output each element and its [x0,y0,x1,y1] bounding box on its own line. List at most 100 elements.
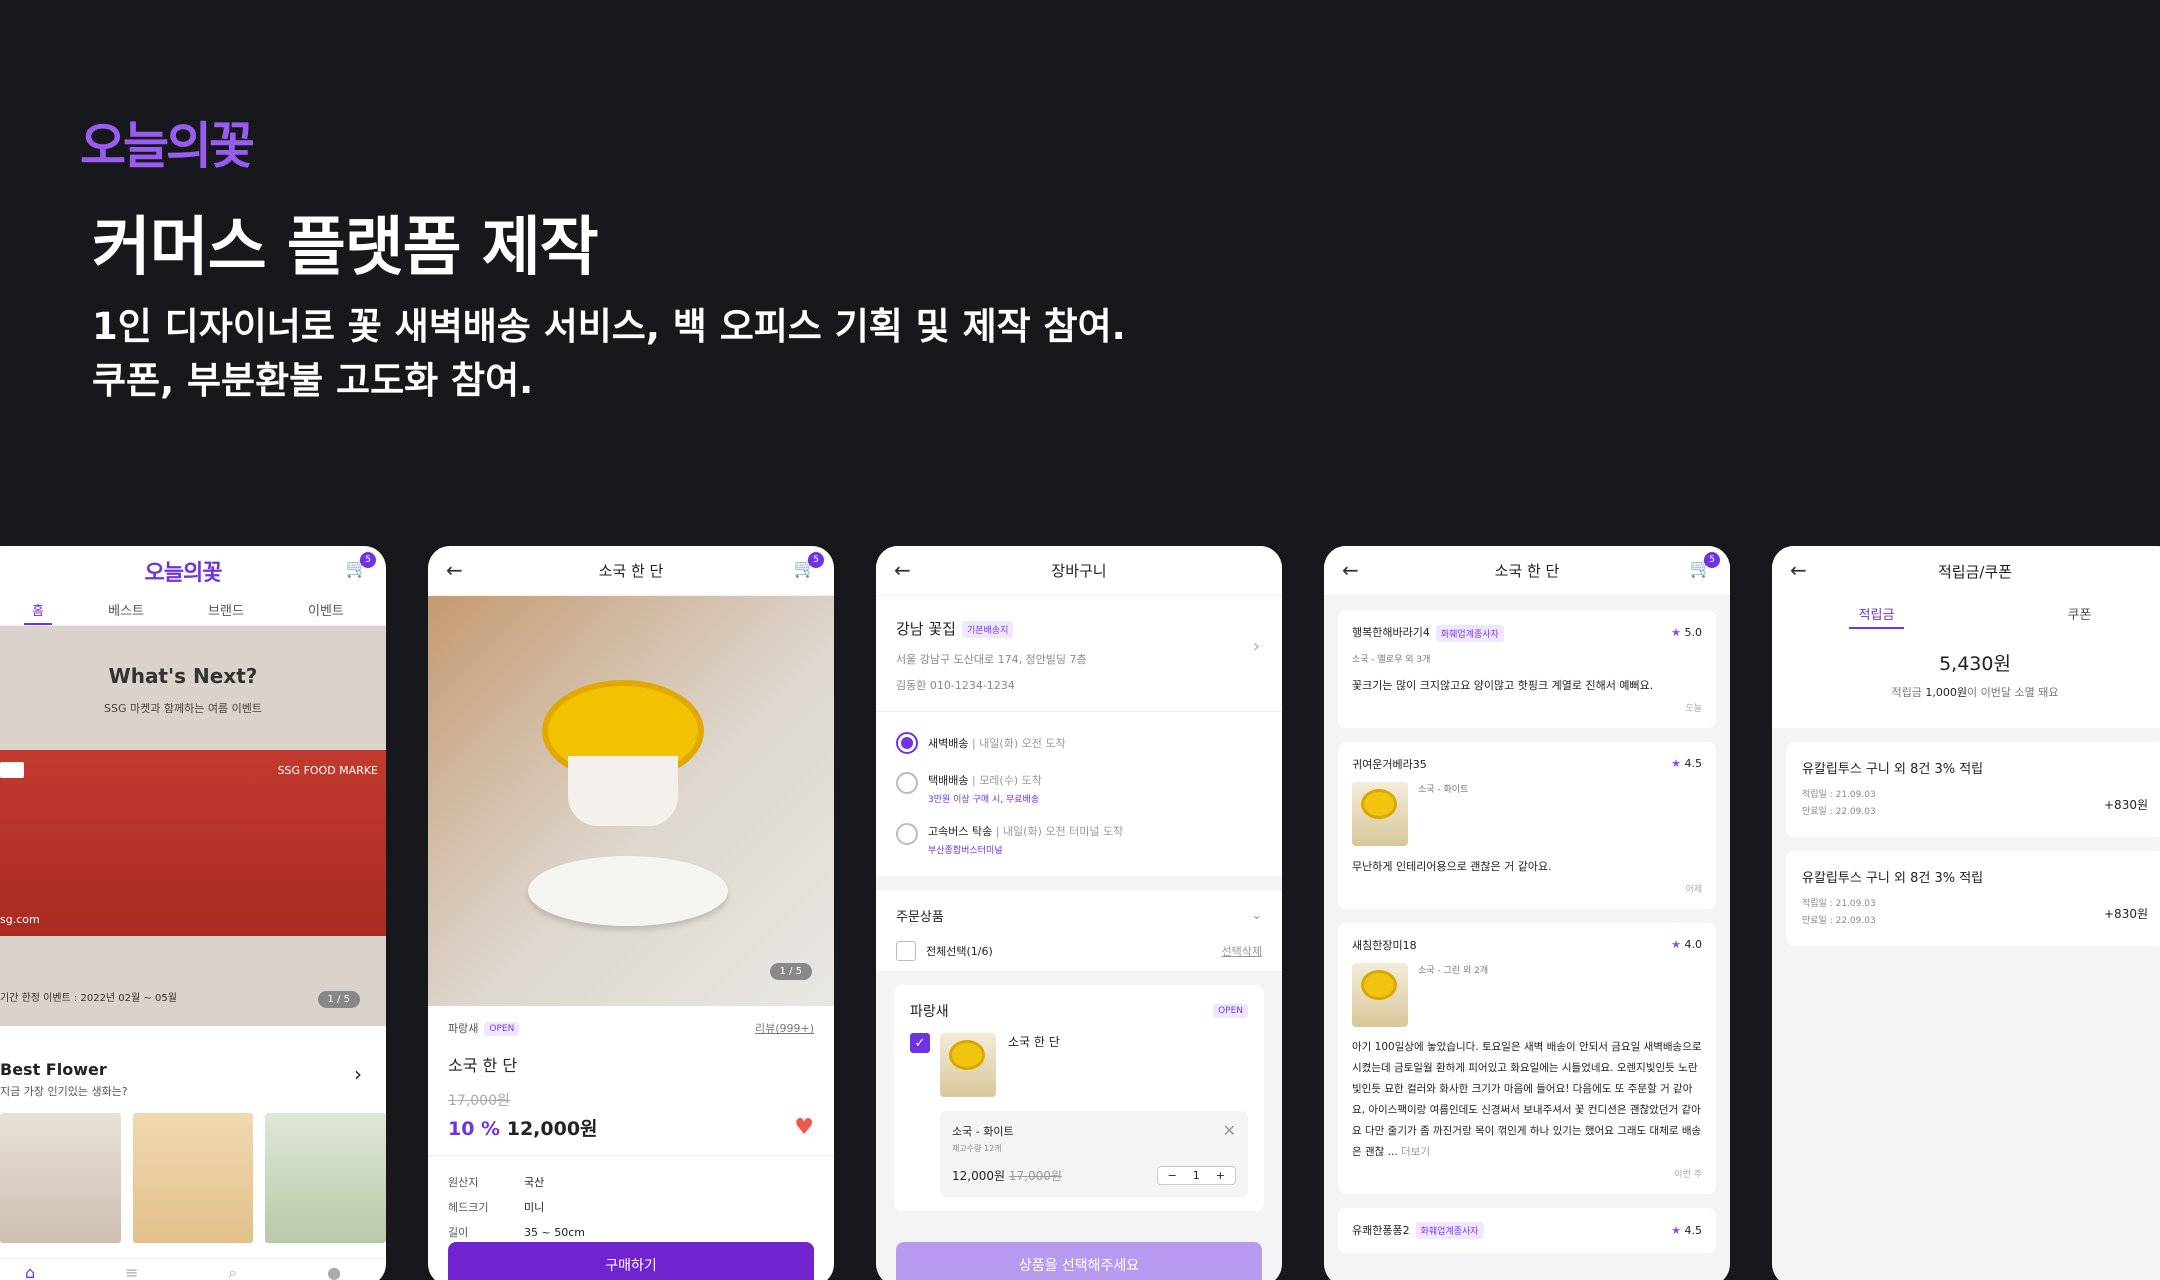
event-banner[interactable]: What's Next? SSG 마켓과 함께하는 여름 이벤트 SSG FOO… [0,626,386,1026]
home-icon[interactable]: ⌂ [25,1263,35,1280]
quantity-stepper[interactable]: − 1 + [1156,1166,1236,1185]
home-logo[interactable]: 오늘의꽃 [145,555,223,587]
points-title: 적립금/쿠폰 [1937,562,2013,581]
user-icon[interactable]: ● [327,1263,341,1280]
back-arrow-icon[interactable]: ← [894,558,911,582]
review-user: 행복한해바라기4 [1352,626,1430,639]
select-all-checkbox[interactable] [896,941,916,961]
review-score: 4.5 [1684,757,1703,770]
reviewer-badge: 화훼업계종사자 [1415,1222,1484,1239]
close-icon[interactable]: ✕ [1223,1121,1236,1140]
product-thumb[interactable] [132,1113,254,1243]
cart-icon[interactable]: 🛒 5 [1690,552,1720,579]
select-all-label: 전체선택(1/6) [926,945,993,958]
review-user: 유쾌한퐁퐁2 [1352,1223,1410,1237]
option-name: 택배배송 [928,774,969,787]
cart-badge: 5 [808,552,824,568]
cart-badge: 5 [360,552,376,568]
tab-home[interactable]: 홈 [24,596,52,625]
radio-selected[interactable] [896,732,918,754]
select-product-button[interactable]: 상품을 선택해주세요 [896,1242,1262,1280]
tab-brand[interactable]: 브랜드 [200,596,252,625]
order-label: 주문상품 [896,910,944,925]
banner-site: sg.com [0,913,40,926]
review-option: 소국 - 그린 외 2개 [1418,965,1489,976]
back-arrow-icon[interactable]: ← [1790,558,1807,582]
open-badge: OPEN [1213,1004,1248,1018]
radio[interactable] [896,823,918,845]
star-icon: ★ [1671,757,1681,770]
hero-line-2: 쿠폰, 부분환불 고도화 참여. [92,359,534,402]
expire-amount: 1,000원 [1925,686,1968,699]
cart-icon[interactable]: 🛒 5 [346,552,376,579]
menu-icon[interactable]: ≡ [125,1263,138,1280]
review-photo[interactable] [1352,962,1408,1027]
reviews-link[interactable]: 리뷰(999+) [755,1020,814,1036]
item-checkbox[interactable]: ✓ [910,1033,930,1053]
star-icon: ★ [1671,626,1681,640]
review-card: 행복한해바라기4 화훼업계종사자 ★ 5.0 소국 - 옐로우 외 3개 꽃크기는 … [1338,610,1716,728]
back-arrow-icon[interactable]: ← [1342,558,1359,582]
item-price: 12,000원 [952,1169,1006,1183]
review-score: 4.0 [1684,938,1703,951]
tab-best[interactable]: 베스트 [100,596,152,625]
spec-label: 헤드크기 [448,1201,489,1214]
option-name: 고속버스 탁송 [928,825,993,838]
review-card: 유쾌한퐁퐁2 화훼업계종사자 ★ 4.5 [1338,1207,1716,1253]
product-name: 소국 한 단 [448,1056,518,1075]
tab-coupon[interactable]: 쿠폰 [2058,600,2102,629]
minus-icon[interactable]: − [1168,1169,1177,1182]
delivery-option[interactable]: 택배배송 | 모레(수) 도착 3만원 이상 구매 시, 무료배송 [896,772,1262,805]
chevron-down-icon[interactable]: ⌄ [1251,908,1262,923]
product-image[interactable]: 1 / 5 [428,596,834,1006]
review-user: 새침한장미18 [1352,938,1417,952]
expire-prefix: 적립금 [1891,686,1926,699]
cart-shop-name: 파랑새 [910,1004,949,1020]
back-arrow-icon[interactable]: ← [446,558,463,582]
buy-button[interactable]: 구매하기 [448,1242,814,1280]
detail-title: 소국 한 단 [598,562,664,580]
review-date: 이번 주 [1674,1169,1702,1180]
delete-selected-link[interactable]: 선택삭제 [1222,943,1262,959]
review-option: 소국 - 화이트 [1418,784,1469,795]
history-earned-date: 적립일 : 21.09.03 [1802,899,1876,909]
chevron-right-icon[interactable]: › [354,1062,362,1086]
points-screen: ← 적립금/쿠폰 적립금 쿠폰 5,430원 적립금 1,000원이 이번달 소멸… [1772,546,2160,1280]
item-orig-price: 17,000원 [1008,1169,1062,1183]
history-name: 유칼립투스 구니 외 8건 3% 적립 [1802,871,1984,886]
plus-icon[interactable]: + [1216,1169,1225,1182]
option-note: 3만원 이상 구매 시, 무료배송 [928,795,1040,805]
product-thumb[interactable] [0,1113,121,1243]
item-thumb [940,1033,996,1097]
cart-icon[interactable]: 🛒 5 [794,552,824,579]
radio[interactable] [896,772,918,794]
expire-suffix: 이 이번달 소멸 돼요 [1967,686,2059,699]
shop-name[interactable]: 파랑새 [448,1022,478,1035]
spec-value: 미니 [524,1201,545,1214]
home-screen: 오늘의꽃 🛒 5 홈 베스트 브랜드 이벤트 What's Next? SSG 마… [0,546,386,1280]
delivery-option[interactable]: 고속버스 탁송 | 내일(화) 오전 터미널 도착 부산종합버스터미널 [896,823,1262,856]
delivery-option[interactable]: 새벽배송 | 내일(화) 오전 도착 [896,732,1262,754]
option-desc: 내일(화) 오전 도착 [979,737,1066,750]
review-score: 5.0 [1684,626,1703,640]
review-text: 꽃크기는 많이 크지않고요 양이많고 핫핑크 계열로 진해서 예뻐요. [1352,678,1654,692]
hero-title: 커머스 플랫폼 제작 [92,211,599,285]
history-amount: +830원 [2104,797,2148,812]
address-card[interactable]: 강남 꽃집 기본배송지 서울 강남구 도산대로 174, 정안빌딩 7층 김동환 … [876,596,1282,711]
search-icon[interactable]: ⌕ [228,1263,237,1280]
sale-price: 12,000원 [506,1118,598,1140]
more-link[interactable]: 더보기 [1401,1146,1430,1158]
detail-screen: ← 소국 한 단 🛒 5 1 / 5 파랑새 OPEN 리뷰(999+) 소국 한 단 1… [428,546,834,1280]
heart-icon[interactable]: ♥ [794,1115,814,1140]
chevron-right-icon[interactable]: › [1253,636,1260,657]
reviews-title: 소국 한 단 [1494,562,1560,580]
history-amount: +830원 [2104,906,2148,921]
original-price: 17,000원 [448,1093,510,1109]
review-photo[interactable] [1352,781,1408,846]
reviews-screen: ← 소국 한 단 🛒 5 행복한해바라기4 화훼업계종사자 ★ 5.0 소국 - 옐로우 … [1324,546,1730,1280]
default-address-badge: 기본배송지 [961,621,1014,638]
spec-value: 국산 [524,1176,545,1189]
tab-event[interactable]: 이벤트 [300,596,352,625]
tab-points[interactable]: 적립금 [1848,600,1905,629]
product-thumb[interactable] [265,1113,386,1243]
